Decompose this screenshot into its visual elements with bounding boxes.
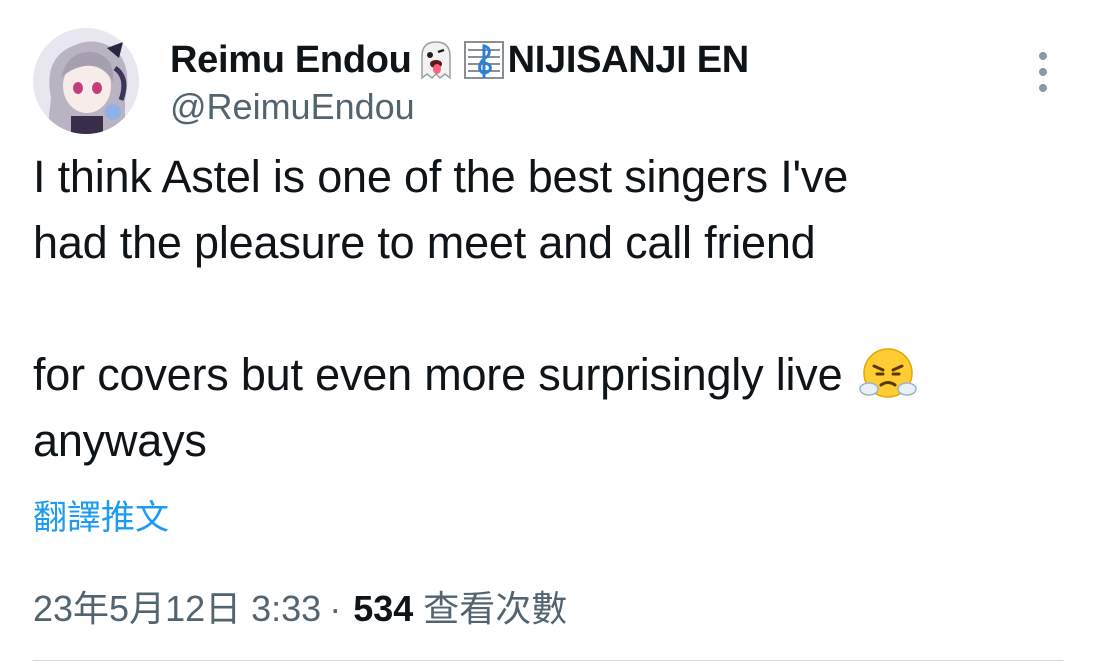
ghost-tongue-icon bbox=[414, 38, 458, 82]
tweet-text-line: I think Astel is one of the best singers… bbox=[33, 151, 849, 202]
face-with-steam-icon bbox=[859, 344, 917, 402]
tweet-text-line-with-emoji: for covers but even more surprisingly li… bbox=[33, 342, 1073, 408]
more-dot-icon bbox=[1039, 52, 1047, 60]
more-dot-icon bbox=[1039, 68, 1047, 76]
tweet-meta: 23年5月12日 3:33 · 534 查看次數 bbox=[33, 580, 567, 632]
tweet-text-line: for covers but even more surprisingly li… bbox=[33, 349, 843, 400]
display-name-suffix: NIJISANJI EN bbox=[507, 38, 750, 81]
author-handle[interactable]: @ReimuEndou bbox=[170, 86, 415, 128]
divider bbox=[33, 660, 1063, 661]
views-label: 查看次數 bbox=[423, 588, 568, 629]
more-options-button[interactable] bbox=[1026, 52, 1060, 92]
views-count[interactable]: 534 bbox=[353, 588, 413, 630]
tweet-timestamp[interactable]: 23年5月12日 3:33 bbox=[33, 580, 321, 632]
music-score-icon bbox=[462, 38, 506, 82]
translate-tweet-link[interactable]: 翻譯推文 bbox=[33, 490, 169, 539]
tweet-text-line: had the pleasure to meet and call friend bbox=[33, 217, 816, 268]
more-dot-icon bbox=[1039, 84, 1047, 92]
tweet-text-line: anyways bbox=[33, 415, 207, 466]
display-name-text: Reimu Endou bbox=[170, 38, 412, 81]
author-display-name[interactable]: Reimu Endou NIJISANJI EN bbox=[170, 38, 749, 82]
meta-separator: · bbox=[329, 588, 342, 629]
tweet-text-line bbox=[33, 276, 1073, 342]
avatar[interactable] bbox=[33, 28, 139, 134]
tweet-text: I think Astel is one of the best singers… bbox=[33, 144, 1073, 474]
